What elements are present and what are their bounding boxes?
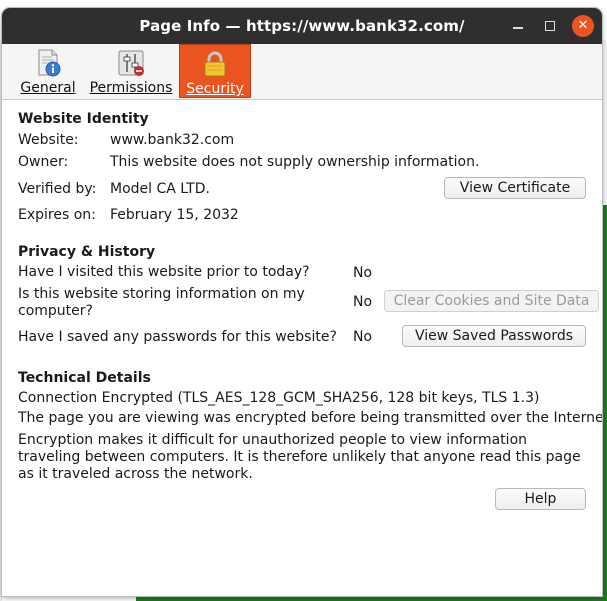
page-info-dialog: Page Info — https://www.bank32.com/ ✕ Ge… [2,8,602,596]
privacy-history-heading: Privacy & History [18,244,156,260]
verified-by-value: Model CA LTD. [110,181,210,197]
close-icon: ✕ [577,18,589,33]
encryption-explanation-1: The page you are viewing was encrypted b… [18,410,602,426]
title-bar[interactable]: Page Info — https://www.bank32.com/ ✕ [2,8,602,44]
technical-details-heading: Technical Details [18,370,151,386]
visited-question: Have I visited this website prior to tod… [18,264,310,280]
tab-permissions[interactable]: Permissions [88,44,174,98]
passwords-answer: No [353,329,373,345]
connection-encrypted-text: Connection Encrypted (TLS_AES_128_GCM_SH… [18,390,540,406]
maximize-icon [545,21,555,31]
owner-label: Owner: [18,154,69,170]
website-value: www.bank32.com [110,132,235,148]
website-label: Website: [18,132,79,148]
view-saved-passwords-button[interactable]: View Saved Passwords [402,325,586,347]
padlock-icon [204,51,226,77]
security-panel: Website Identity Website: www.bank32.com… [2,100,602,596]
view-certificate-button[interactable]: View Certificate [444,177,586,199]
minimize-button[interactable] [506,14,530,38]
owner-value: This website does not supply ownership i… [110,154,480,170]
storing-answer: No [353,294,373,310]
tab-security[interactable]: Security [179,44,251,98]
tab-general-label: General [20,80,76,96]
passwords-question: Have I saved any passwords for this webs… [18,329,337,345]
tab-permissions-label: Permissions [89,80,173,96]
close-button[interactable]: ✕ [572,15,594,37]
clear-cookies-button[interactable]: Clear Cookies and Site Data [384,290,599,312]
storing-question: Is this website storing information on m… [18,286,305,319]
minimize-icon [513,27,523,29]
visited-answer: No [353,265,373,281]
website-identity-heading: Website Identity [18,111,149,127]
tab-toolbar: General Permissions Security [2,44,602,100]
help-button[interactable]: Help [495,488,586,510]
tab-security-label: Security [186,81,244,97]
background-content-strip [602,205,607,601]
permissions-sliders-icon [118,50,144,76]
verified-by-label: Verified by: [18,181,97,197]
info-document-icon [38,49,61,77]
encryption-explanation-2: Encryption makes it difficult for unauth… [18,432,581,482]
background-content-strip-bottom [136,597,607,601]
maximize-button[interactable] [538,14,562,38]
tab-general[interactable]: General [16,44,80,98]
expires-label: Expires on: [18,207,96,223]
expires-value: February 15, 2032 [110,207,239,223]
